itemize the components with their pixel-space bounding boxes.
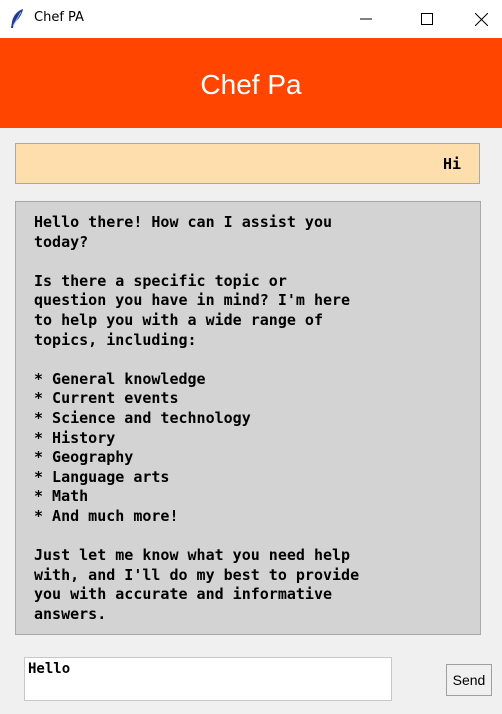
- minimize-button[interactable]: [343, 0, 389, 38]
- message-input[interactable]: Hello: [24, 657, 392, 701]
- user-message-text: Hi: [442, 154, 461, 173]
- user-message-bubble: Hi: [15, 143, 480, 184]
- bot-reply-text: Hello there! How can I assist you today?…: [34, 213, 360, 623]
- header-title: Chef Pa: [200, 69, 302, 100]
- feather-icon: [8, 8, 26, 30]
- maximize-button[interactable]: [404, 0, 450, 38]
- maximize-icon: [421, 13, 433, 25]
- close-icon: [474, 12, 488, 26]
- minimize-icon: [360, 18, 372, 20]
- send-button[interactable]: Send: [446, 664, 492, 696]
- title-bar: Chef PA: [0, 0, 502, 38]
- close-button[interactable]: [458, 0, 502, 38]
- window-title: Chef PA: [34, 10, 84, 25]
- bot-reply-box: Hello there! How can I assist you today?…: [15, 201, 481, 635]
- header-banner: Chef Pa: [0, 38, 502, 128]
